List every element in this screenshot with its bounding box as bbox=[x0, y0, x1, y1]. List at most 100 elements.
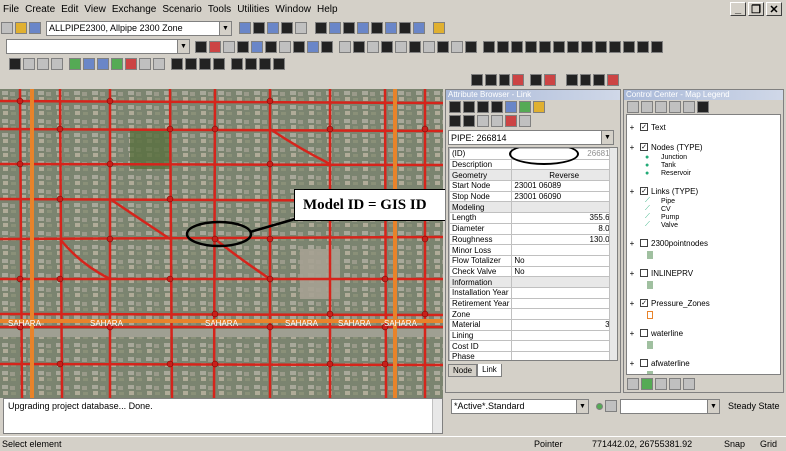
status-grid[interactable]: Grid bbox=[760, 439, 777, 449]
tool-icon[interactable] bbox=[329, 22, 341, 34]
tool-icon[interactable] bbox=[477, 101, 489, 113]
tool-icon[interactable] bbox=[339, 40, 351, 53]
tool-icon[interactable] bbox=[567, 40, 579, 53]
legend-item[interactable]: + ✓ Links (TYPE) bbox=[627, 185, 780, 197]
legend-item[interactable]: + ✓ Pressure_Zones bbox=[627, 297, 780, 309]
tool-icon[interactable] bbox=[471, 74, 483, 86]
tool-icon[interactable] bbox=[669, 101, 681, 113]
tool-icon[interactable] bbox=[395, 40, 407, 53]
tool-icon[interactable] bbox=[519, 115, 531, 127]
layer-checkbox[interactable]: ✓ bbox=[640, 123, 648, 131]
map-view[interactable]: SAHARA SAHARA SAHARA SAHARA SAHARA SAHAR… bbox=[0, 89, 443, 398]
attribute-row[interactable]: Modeling bbox=[449, 201, 617, 214]
tank-icon[interactable] bbox=[83, 57, 95, 70]
tool-icon[interactable] bbox=[683, 101, 695, 113]
attribute-value[interactable] bbox=[511, 329, 617, 342]
tool-icon[interactable] bbox=[449, 101, 461, 113]
chevron-down-icon[interactable]: ▼ bbox=[601, 131, 613, 144]
tool-icon[interactable] bbox=[451, 40, 463, 53]
chevron-down-icon[interactable]: ▼ bbox=[707, 399, 719, 413]
attribute-value[interactable] bbox=[511, 340, 617, 353]
tool-icon[interactable] bbox=[213, 57, 225, 70]
attribute-row[interactable]: Phase bbox=[449, 351, 617, 360]
attribute-row[interactable]: Roughness 130.00 bbox=[449, 233, 617, 246]
tool-icon[interactable] bbox=[423, 40, 435, 53]
tool-icon[interactable] bbox=[353, 40, 365, 53]
chevron-down-icon[interactable]: ▼ bbox=[576, 399, 588, 413]
attribute-value[interactable] bbox=[511, 308, 617, 320]
tool-icon[interactable] bbox=[399, 22, 411, 34]
menu-create[interactable]: Create bbox=[22, 4, 58, 15]
tool-icon[interactable] bbox=[23, 57, 35, 70]
expand-icon[interactable]: + bbox=[627, 239, 637, 248]
element-combo[interactable]: PIPE: 266814 ▼ bbox=[448, 130, 614, 145]
analysis-mode[interactable]: Steady State bbox=[728, 401, 780, 411]
tool-icon[interactable] bbox=[533, 101, 545, 113]
tool-icon[interactable] bbox=[651, 40, 663, 53]
expand-icon[interactable]: + bbox=[627, 187, 637, 196]
zone-combo[interactable]: ALLPIPE2300, Allpipe 2300 Zone ▼ bbox=[46, 20, 232, 36]
tool-icon[interactable] bbox=[607, 74, 620, 86]
legend-item[interactable]: + ✓ Nodes (TYPE) bbox=[627, 141, 780, 153]
attribute-row[interactable]: Retirement Year bbox=[449, 297, 617, 310]
selection-combo[interactable]: ▼ bbox=[6, 39, 190, 54]
tool-icon[interactable] bbox=[357, 22, 369, 34]
layer-checkbox[interactable]: ✓ bbox=[640, 299, 648, 307]
menu-edit[interactable]: Edit bbox=[58, 4, 81, 15]
tool-icon[interactable] bbox=[307, 40, 319, 53]
tool-icon[interactable] bbox=[281, 22, 293, 34]
tool-icon[interactable] bbox=[259, 57, 271, 70]
attribute-row[interactable]: Length 355.61 bbox=[449, 212, 617, 224]
pump-icon[interactable] bbox=[125, 57, 137, 70]
tool-icon[interactable] bbox=[637, 40, 649, 53]
tool-icon[interactable] bbox=[641, 378, 653, 390]
tool-icon[interactable] bbox=[605, 400, 617, 412]
tool-icon[interactable] bbox=[413, 22, 425, 34]
tool-icon[interactable] bbox=[239, 22, 251, 34]
output-scrollbar[interactable] bbox=[432, 399, 442, 433]
legend-item[interactable]: + ✓ Text bbox=[627, 121, 780, 133]
open-folder-icon[interactable] bbox=[15, 22, 27, 34]
tool-icon[interactable] bbox=[279, 40, 291, 53]
tool-icon[interactable] bbox=[321, 40, 333, 53]
expand-icon[interactable]: + bbox=[627, 143, 637, 152]
layer-checkbox[interactable] bbox=[640, 269, 648, 277]
menu-utilities[interactable]: Utilities bbox=[234, 4, 272, 15]
tool-icon[interactable] bbox=[512, 74, 525, 86]
restore-icon[interactable]: ❐ bbox=[748, 2, 764, 16]
tool-icon[interactable] bbox=[579, 74, 592, 86]
legend-item[interactable]: +2300pointnodes bbox=[627, 237, 780, 249]
layer-checkbox[interactable] bbox=[640, 239, 648, 247]
grid-scrollbar[interactable] bbox=[609, 148, 617, 360]
tool-icon[interactable] bbox=[449, 115, 461, 127]
tool-icon[interactable] bbox=[273, 57, 285, 70]
tool-icon[interactable] bbox=[519, 101, 531, 113]
attribute-value[interactable]: 8.00 bbox=[511, 222, 617, 235]
attribute-value[interactable] bbox=[511, 244, 617, 256]
expand-icon[interactable]: + bbox=[627, 329, 637, 338]
tool-icon[interactable] bbox=[295, 22, 307, 34]
tool-icon[interactable] bbox=[491, 101, 503, 113]
tool-icon[interactable] bbox=[315, 22, 327, 34]
pipe-icon[interactable] bbox=[111, 57, 123, 70]
tool-icon[interactable] bbox=[641, 101, 653, 113]
tool-icon[interactable] bbox=[251, 40, 263, 53]
tool-icon[interactable] bbox=[433, 22, 445, 34]
attribute-row[interactable]: Geometry Reverse bbox=[449, 169, 617, 182]
tool-icon[interactable] bbox=[483, 40, 495, 53]
menu-exchange[interactable]: Exchange bbox=[109, 4, 159, 15]
reservoir-icon[interactable] bbox=[97, 57, 109, 70]
tool-icon[interactable] bbox=[497, 40, 509, 53]
tool-icon[interactable] bbox=[463, 115, 475, 127]
attribute-value[interactable]: 355.61 bbox=[511, 212, 617, 224]
attribute-row[interactable]: Minor Loss bbox=[449, 244, 617, 256]
tool-icon[interactable] bbox=[595, 40, 607, 53]
layer-checkbox[interactable]: ✓ bbox=[640, 187, 648, 195]
attribute-value[interactable] bbox=[511, 286, 617, 299]
tool-icon[interactable] bbox=[245, 57, 257, 70]
tool-icon[interactable] bbox=[581, 40, 593, 53]
tool-icon[interactable] bbox=[683, 378, 695, 390]
attribute-row[interactable]: Start Node 23001 06089 bbox=[449, 180, 617, 192]
attribute-value[interactable]: 31 bbox=[511, 319, 617, 331]
tool-icon[interactable] bbox=[498, 74, 511, 86]
